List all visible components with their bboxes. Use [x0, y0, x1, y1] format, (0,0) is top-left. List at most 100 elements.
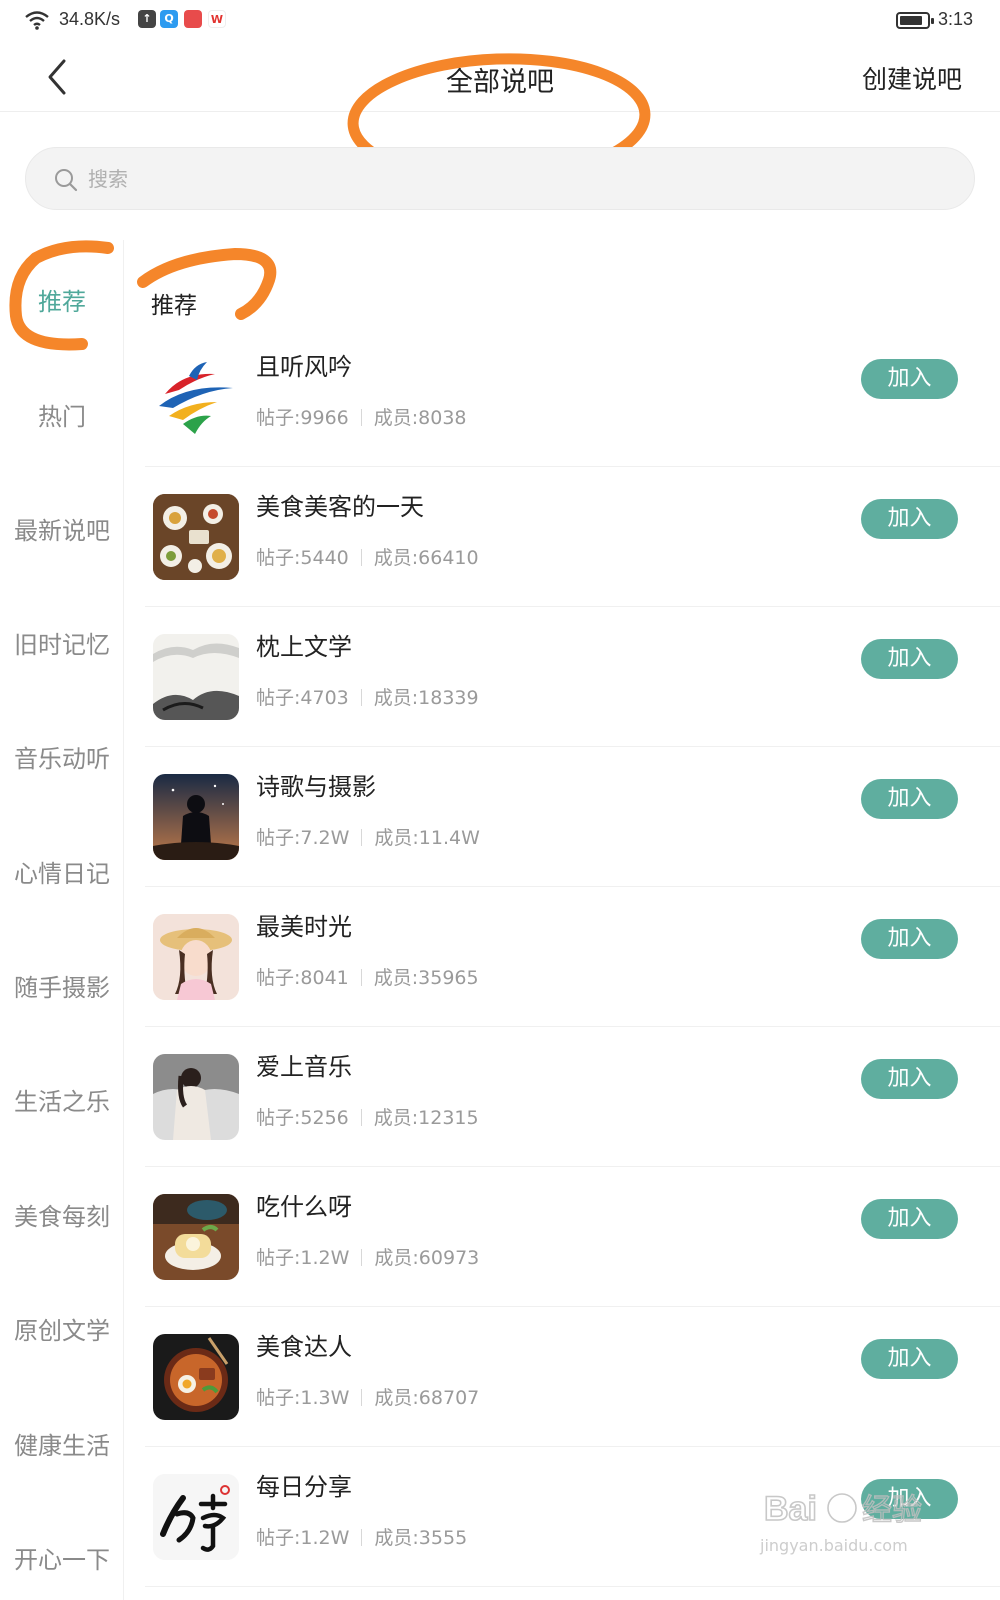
page-title: 全部说吧	[446, 67, 554, 98]
list-item[interactable]: 最美时光 帖子:8041 成员:35965 加入	[125, 887, 1000, 1027]
group-name: 爱上音乐	[256, 1053, 352, 1081]
header: 全部说吧 创建说吧	[0, 44, 1000, 185]
group-name: 且听风吟	[256, 353, 352, 381]
sidebar-item-life-joy[interactable]: 生活之乐	[0, 1082, 124, 1117]
stat-divider	[361, 1249, 363, 1266]
search-input[interactable]	[88, 162, 888, 196]
sidebar-item-old-memories[interactable]: 旧时记忆	[0, 625, 124, 660]
group-stats: 帖子:4703 成员:18339	[256, 683, 479, 710]
member-count: 成员:68707	[374, 1387, 480, 1409]
list-item[interactable]: 且听风吟 帖子:9966 成员:8038 加入	[125, 327, 1000, 467]
baidu-watermark: Bai 经验 jingyan.baidu.com	[760, 1480, 960, 1570]
join-button[interactable]: 加入	[861, 359, 958, 399]
svg-text:经验: 经验	[862, 1493, 922, 1528]
red-app-icon	[184, 10, 202, 28]
group-name: 枕上文学	[256, 633, 352, 661]
group-stats: 帖子:1.3W 成员:68707	[256, 1383, 479, 1410]
network-speed: 34.8K/s	[59, 9, 121, 29]
sidebar-item-mood-diary[interactable]: 心情日记	[0, 854, 124, 889]
join-button[interactable]: 加入	[861, 499, 958, 539]
sidebar-item-recommended[interactable]: 推荐	[0, 282, 124, 317]
battery-icon	[896, 12, 934, 29]
join-button[interactable]: 加入	[861, 639, 958, 679]
post-count: 帖子:1.2W	[256, 1247, 350, 1269]
watermark-url: jingyan.baidu.com	[760, 1536, 908, 1555]
group-stats: 帖子:5440 成员:66410	[256, 543, 479, 570]
sidebar-item-fun[interactable]: 开心一下	[0, 1540, 124, 1575]
group-name: 美食美客的一天	[256, 493, 424, 521]
member-count: 成员:8038	[373, 407, 467, 429]
post-count: 帖子:9966	[256, 407, 349, 429]
list-item[interactable]: 吃什么呀 帖子:1.2W 成员:60973 加入	[125, 1167, 1000, 1307]
post-count: 帖子:1.3W	[256, 1387, 350, 1409]
create-shuoba-button[interactable]: 创建说吧	[862, 60, 962, 96]
search-bar[interactable]	[25, 147, 975, 210]
group-stats: 帖子:7.2W 成员:11.4W	[256, 823, 480, 850]
sidebar-item-photography[interactable]: 随手摄影	[0, 968, 124, 1003]
clock: 3:13	[938, 9, 974, 29]
group-stats: 帖子:5256 成员:12315	[256, 1103, 479, 1130]
join-button[interactable]: 加入	[861, 1339, 958, 1379]
sidebar-item-music[interactable]: 音乐动听	[0, 739, 124, 774]
group-stats: 帖子:1.2W 成员:3555	[256, 1523, 467, 1550]
stat-divider	[360, 549, 362, 566]
post-count: 帖子:5440	[256, 547, 349, 569]
join-button[interactable]: 加入	[861, 1199, 958, 1239]
list-item[interactable]: 诗歌与摄影 帖子:7.2W 成员:11.4W 加入	[125, 747, 1000, 887]
divider	[145, 1586, 1000, 1587]
member-count: 成员:35965	[373, 967, 479, 989]
svg-text:Bai: Bai	[764, 1490, 817, 1528]
member-count: 成员:11.4W	[374, 827, 480, 849]
post-count: 帖子:8041	[256, 967, 349, 989]
member-count: 成员:60973	[374, 1247, 480, 1269]
group-thumbnail	[153, 1194, 239, 1280]
join-button[interactable]: 加入	[861, 1059, 958, 1099]
group-thumbnail	[153, 914, 239, 1000]
status-bar: 34.8K/s ↑ Q W 3:13	[0, 0, 1000, 44]
post-count: 帖子:4703	[256, 687, 349, 709]
member-count: 成员:3555	[374, 1527, 468, 1549]
sidebar-item-original-literature[interactable]: 原创文学	[0, 1311, 124, 1346]
group-name: 美食达人	[256, 1333, 352, 1361]
category-sidebar: 推荐 热门 最新说吧 旧时记忆 音乐动听 心情日记 随手摄影 生活之乐 美食每刻…	[0, 240, 124, 1600]
stat-divider	[361, 829, 363, 846]
post-count: 帖子:7.2W	[256, 827, 350, 849]
wps-icon: W	[208, 10, 226, 28]
post-count: 帖子:1.2W	[256, 1527, 350, 1549]
search-app-icon: Q	[160, 10, 178, 28]
group-name: 每日分享	[256, 1473, 352, 1501]
stat-divider	[361, 1529, 363, 1546]
group-stats: 帖子:8041 成员:35965	[256, 963, 479, 990]
sidebar-item-newest[interactable]: 最新说吧	[0, 511, 124, 546]
group-name: 最美时光	[256, 913, 352, 941]
group-stats: 帖子:1.2W 成员:60973	[256, 1243, 479, 1270]
group-thumbnail	[153, 1474, 239, 1560]
sidebar-item-food-moments[interactable]: 美食每刻	[0, 1197, 124, 1232]
member-count: 成员:18339	[373, 687, 479, 709]
sidebar-item-hot[interactable]: 热门	[0, 397, 124, 432]
group-thumbnail	[153, 1334, 239, 1420]
group-thumbnail	[153, 494, 239, 580]
group-thumbnail	[153, 354, 239, 440]
join-button[interactable]: 加入	[861, 779, 958, 819]
wifi-icon	[25, 11, 49, 30]
group-name: 诗歌与摄影	[256, 773, 376, 801]
shuoba-list-panel: 推荐 且听风吟 帖子:9966 成员:8038 加入 美食美客的一天 帖子:54…	[125, 240, 1000, 1600]
sidebar-item-healthy-life[interactable]: 健康生活	[0, 1426, 124, 1461]
group-name: 吃什么呀	[256, 1193, 352, 1221]
group-thumbnail	[153, 1054, 239, 1140]
upload-icon: ↑	[138, 10, 156, 28]
group-stats: 帖子:9966 成员:8038	[256, 403, 467, 430]
list-item[interactable]: 美食美客的一天 帖子:5440 成员:66410 加入	[125, 467, 1000, 607]
stat-divider	[360, 409, 362, 426]
group-thumbnail	[153, 774, 239, 860]
search-icon	[55, 169, 78, 192]
list-item[interactable]: 爱上音乐 帖子:5256 成员:12315 加入	[125, 1027, 1000, 1167]
join-button[interactable]: 加入	[861, 919, 958, 959]
list-item[interactable]: 美食达人 帖子:1.3W 成员:68707 加入	[125, 1307, 1000, 1447]
stat-divider	[360, 689, 362, 706]
stat-divider	[361, 1389, 363, 1406]
list-item[interactable]: 枕上文学 帖子:4703 成员:18339 加入	[125, 607, 1000, 747]
post-count: 帖子:5256	[256, 1107, 349, 1129]
group-thumbnail	[153, 634, 239, 720]
